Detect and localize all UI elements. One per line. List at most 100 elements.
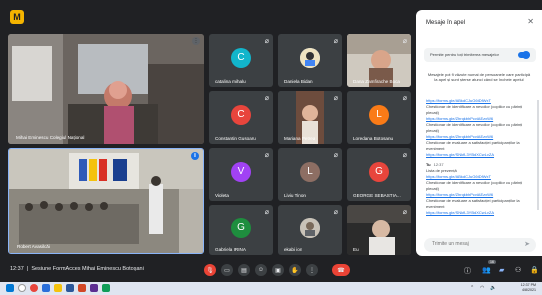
mail-icon[interactable] bbox=[102, 284, 110, 292]
chat-info-note: Mesajele pot fi văzute numai de persoane… bbox=[427, 72, 531, 83]
word-icon[interactable] bbox=[66, 284, 74, 292]
chat-link[interactable]: https://forms.gle/SNkfL3YBdXCwLvZA bbox=[426, 210, 532, 216]
participant-tile[interactable]: C ⌀ catalina mihalu bbox=[209, 34, 273, 87]
classroom-video-feed bbox=[8, 34, 204, 144]
avatar: L bbox=[300, 161, 320, 182]
speaking-indicator-icon: ⦀ bbox=[191, 152, 199, 160]
mic-toggle-button[interactable]: 🎙 bbox=[204, 264, 216, 276]
mic-muted-icon: ⌀ bbox=[402, 95, 407, 102]
volume-icon[interactable]: 🔈 bbox=[490, 285, 496, 291]
people-icon[interactable]: 👥 bbox=[482, 266, 491, 274]
chat-sender: Tu bbox=[426, 162, 431, 167]
camera-toggle-button[interactable]: ▭ bbox=[221, 264, 233, 276]
store-icon[interactable] bbox=[90, 284, 98, 292]
allow-messages-row: Permite pentru toți trimiterea mesajelor bbox=[424, 48, 536, 62]
tile-name: Loredana Botosanu bbox=[353, 136, 394, 141]
chat-compose: ➤ bbox=[424, 238, 536, 252]
tile-name: Mariana Petrea bbox=[284, 136, 316, 141]
edge-icon[interactable] bbox=[42, 284, 50, 292]
network-icon[interactable]: ◠ bbox=[480, 285, 484, 291]
present-screen-button[interactable]: ▣ bbox=[272, 264, 284, 276]
tile-name: Violeta bbox=[215, 193, 229, 198]
mic-muted-icon: ⌀ bbox=[402, 38, 407, 45]
conference-room-video-feed bbox=[9, 149, 203, 253]
participant-tile[interactable]: ⌀ Dana Zamfirache Boca bbox=[347, 34, 411, 87]
profile-photo-icon bbox=[300, 47, 320, 68]
video-tile-main-bottom[interactable]: ⦀ Robert Avasilcăi bbox=[8, 148, 204, 254]
tile-name: Eu bbox=[353, 247, 359, 252]
participant-tile[interactable]: G ⌀ Gabriela IRINA bbox=[209, 205, 273, 255]
tile-name: ekabi ion bbox=[284, 247, 303, 252]
allow-messages-label: Permite pentru toți trimiterea mesajelor bbox=[430, 52, 499, 57]
tile-name: Constantin Gusoaru bbox=[215, 136, 256, 141]
mic-muted-icon: ⌀ bbox=[333, 209, 338, 216]
meeting-info: 12:37 | Sesiune FormAcces Mihai Eminescu… bbox=[10, 266, 144, 272]
send-icon[interactable]: ➤ bbox=[524, 240, 530, 248]
meeting-title: Sesiune FormAcces Mihai Eminescu Botoșan… bbox=[31, 266, 144, 272]
mic-muted-icon: ⌀ bbox=[264, 152, 269, 159]
end-call-button[interactable]: ☎ bbox=[332, 264, 350, 276]
more-options-icon[interactable]: ⋮ bbox=[192, 37, 200, 45]
participant-tile[interactable]: G ⌀ GEORGE SEBASTIA... bbox=[347, 148, 411, 201]
video-tile-main-top[interactable]: ⋮ Mihai Eminescu Colegiul Național bbox=[8, 34, 204, 144]
video-stage: ⋮ Mihai Eminescu Colegiul Național ⦀ Rob… bbox=[8, 32, 412, 256]
powerpoint-icon[interactable] bbox=[78, 284, 86, 292]
info-icon[interactable]: ⓘ bbox=[464, 266, 471, 276]
control-bar: 12:37 | Sesiune FormAcces Mihai Eminescu… bbox=[0, 258, 542, 282]
allow-messages-toggle[interactable] bbox=[518, 51, 530, 59]
lock-icon[interactable]: 🔒 bbox=[530, 266, 539, 274]
clock-date: 4/8/2021 bbox=[522, 288, 536, 292]
clock[interactable]: 12:37 PM 4/8/2021 bbox=[521, 283, 536, 293]
tile-name: Gabriela IRINA bbox=[215, 247, 246, 252]
avatar: C bbox=[231, 104, 251, 125]
chat-icon[interactable]: ▰ bbox=[499, 266, 504, 274]
chat-message-text: Chestionar de evaluare a satisfacției pa… bbox=[426, 140, 520, 151]
participant-tile[interactable]: ⌀ ekabi ion bbox=[278, 205, 342, 255]
tile-name: Daniela Bidan bbox=[284, 79, 313, 84]
up-arrow-icon[interactable]: ⌃ bbox=[470, 285, 474, 291]
avatar bbox=[300, 217, 320, 238]
file-explorer-icon[interactable] bbox=[54, 284, 62, 292]
chat-message-input[interactable] bbox=[432, 241, 512, 247]
mic-muted-icon: ⌀ bbox=[333, 152, 338, 159]
participant-tile[interactable]: V ⌀ Violeta bbox=[209, 148, 273, 201]
tile-name: Mihai Eminescu Colegiul Național bbox=[16, 135, 85, 140]
participant-tile[interactable]: L ⌀ Liviu Tinon bbox=[278, 148, 342, 201]
mic-muted-icon: ⌀ bbox=[333, 38, 338, 45]
chrome-icon[interactable] bbox=[30, 284, 38, 292]
chat-scrollbar[interactable] bbox=[537, 100, 539, 210]
windows-start-icon[interactable] bbox=[6, 284, 14, 292]
avatar: G bbox=[369, 161, 389, 182]
chat-link[interactable]: https://forms.gle/SNkfL3YBdXCwLvZA bbox=[426, 152, 532, 158]
participant-tile-self[interactable]: ⌀ Eu bbox=[347, 205, 411, 255]
participant-tile[interactable]: C ⌀ Constantin Gusoaru bbox=[209, 91, 273, 144]
chat-message-list: https://forms.gle/ABkdCJuG6tDfWxT Chestio… bbox=[426, 98, 532, 230]
chat-panel: Mesaje în apel ✕ Permite pentru toți tri… bbox=[416, 10, 542, 256]
close-icon[interactable]: ✕ bbox=[527, 17, 534, 26]
participant-tile[interactable]: L ⌀ Loredana Botosanu bbox=[347, 91, 411, 144]
chat-message-text: Chestionar de identificare a nevoilor (c… bbox=[426, 180, 523, 191]
mic-muted-icon: ⌀ bbox=[333, 95, 338, 102]
activities-icon[interactable]: ⚇ bbox=[515, 266, 521, 274]
avatar: V bbox=[231, 161, 251, 182]
avatar: L bbox=[369, 104, 389, 125]
mic-muted-icon: ⌀ bbox=[402, 152, 407, 159]
captions-button[interactable]: ▤ bbox=[238, 264, 250, 276]
tile-name: GEORGE SEBASTIA... bbox=[353, 193, 401, 198]
chat-message-text: Chestionar de evaluare a satisfacției pa… bbox=[426, 198, 520, 209]
participant-tile[interactable]: ⌀ Mariana Petrea bbox=[278, 91, 342, 144]
raise-hand-button[interactable]: ✋ bbox=[289, 264, 301, 276]
search-icon[interactable] bbox=[18, 284, 26, 292]
emoji-button[interactable]: ☺ bbox=[255, 264, 267, 276]
meeting-time: 12:37 bbox=[10, 266, 24, 272]
avatar: C bbox=[231, 47, 251, 68]
participant-tile[interactable]: ⌀ Daniela Bidan bbox=[278, 34, 342, 87]
chat-timestamp: 12:37 bbox=[433, 162, 444, 167]
mic-muted-icon: ⌀ bbox=[264, 95, 269, 102]
more-options-button[interactable]: ⋮ bbox=[306, 264, 318, 276]
tile-name: catalina mihalu bbox=[215, 79, 246, 84]
tile-name: Liviu Tinon bbox=[284, 193, 306, 198]
profile-photo-icon bbox=[300, 217, 320, 238]
mic-muted-icon: ⌀ bbox=[402, 209, 407, 216]
meet-logo-icon: M bbox=[10, 10, 24, 24]
